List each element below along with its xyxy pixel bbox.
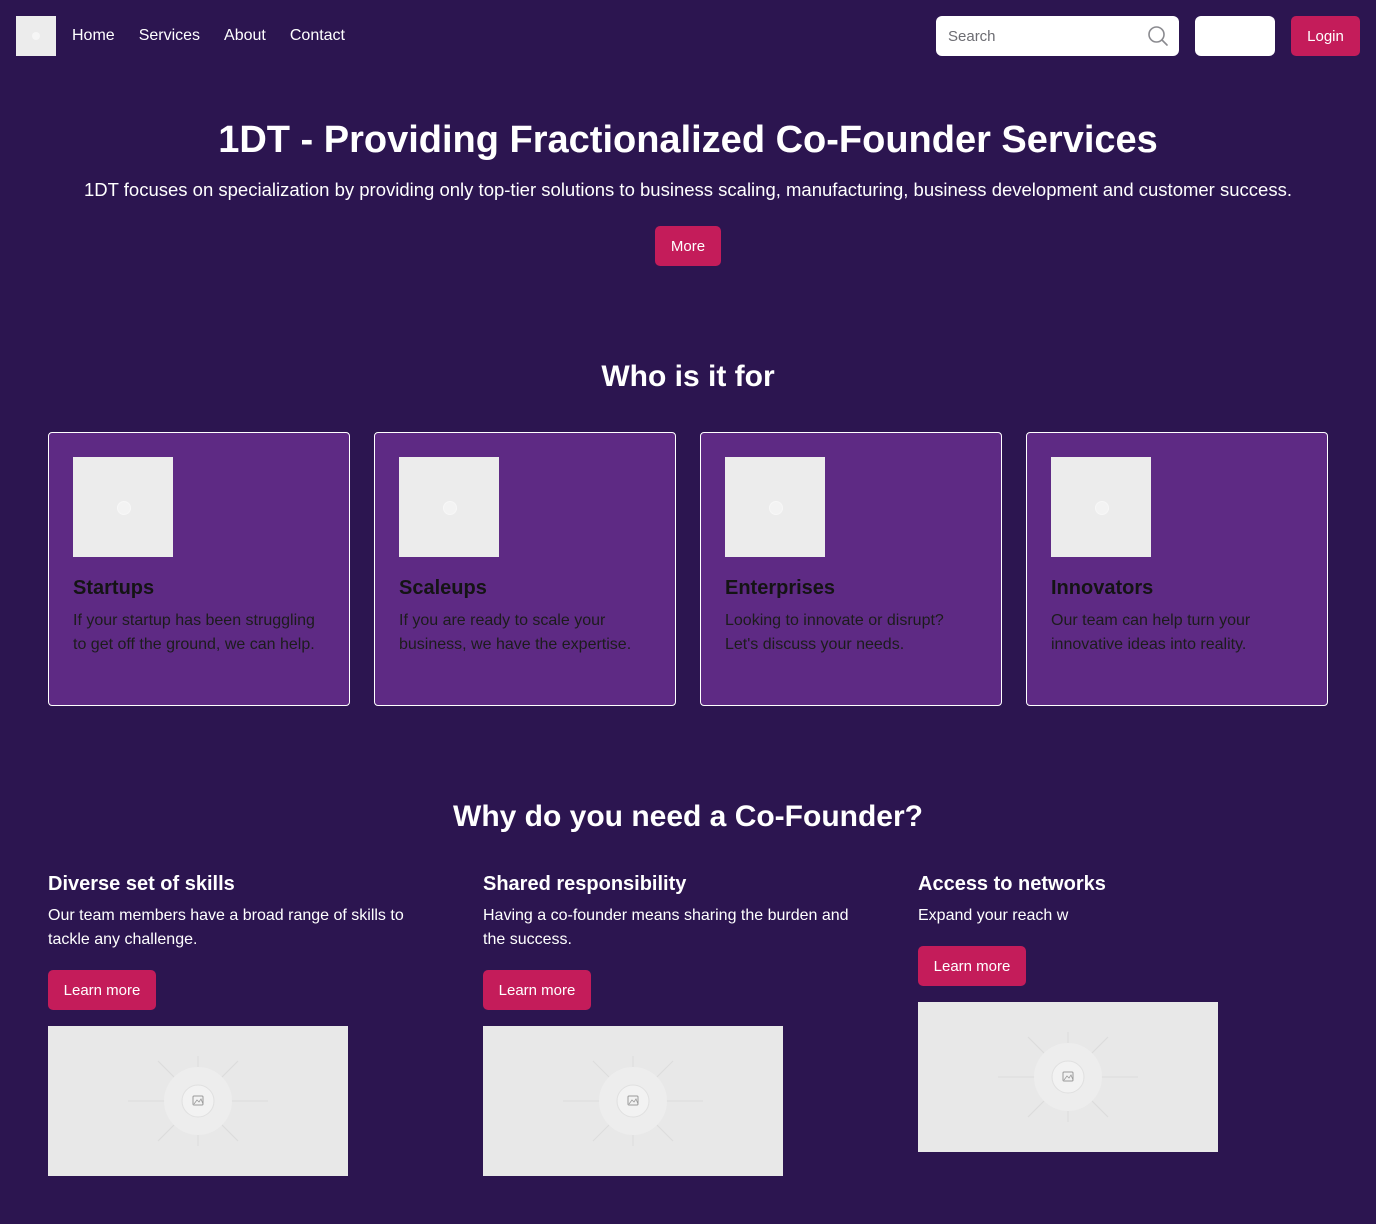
feature-shared-responsibility: Shared responsibility Having a co-founde…: [483, 870, 918, 1176]
search-box: [936, 16, 1179, 56]
feature-access-networks: Access to networks Expand your reach w L…: [918, 870, 1353, 1176]
card-text: If you are ready to scale your business,…: [399, 612, 632, 653]
why-section-title: Why do you need a Co-Founder?: [453, 800, 923, 833]
feature-text: Our team members have a broad range of s…: [48, 907, 404, 948]
feature-text: Having a co-founder means sharing the bu…: [483, 907, 849, 948]
login-button[interactable]: Login: [1291, 16, 1360, 56]
feature-image-placeholder: [918, 1002, 1218, 1152]
nav-link-contact[interactable]: Contact: [290, 27, 345, 45]
feature-image-placeholder: [48, 1026, 348, 1176]
search-input[interactable]: [948, 27, 1147, 45]
hero-section: 1DT - Providing Fractionalized Co-Founde…: [0, 112, 1376, 266]
benefit-features: Diverse set of skills Our team members h…: [48, 870, 1353, 1176]
card-title: Scaleups: [399, 577, 487, 599]
feature-text: Expand your reach w: [918, 907, 1069, 924]
audience-card-innovators: Innovators Our team can help turn your i…: [1026, 432, 1328, 706]
card-title: Startups: [73, 577, 155, 599]
nav-actions: Login: [936, 16, 1360, 56]
card-text: Our team can help turn your innovative i…: [1051, 612, 1251, 653]
audience-cards: Startups If your startup has been strugg…: [48, 432, 1328, 706]
nav-links: Home Services About Contact: [72, 27, 345, 45]
learn-more-button[interactable]: Learn more: [918, 946, 1026, 986]
feature-image-placeholder: [483, 1026, 783, 1176]
image-placeholder-icon: [128, 1056, 268, 1146]
search-icon[interactable]: [1147, 25, 1169, 47]
nav-link-about[interactable]: About: [224, 27, 266, 45]
card-image-placeholder: [1051, 457, 1151, 557]
audience-card-enterprises: Enterprises Looking to innovate or disru…: [700, 432, 1002, 706]
card-image-placeholder: [725, 457, 825, 557]
feature-diverse-skills: Diverse set of skills Our team members h…: [48, 870, 483, 1176]
more-button[interactable]: More: [655, 226, 721, 266]
card-title: Enterprises: [725, 577, 836, 599]
hero-subtitle: 1DT focuses on specialization by providi…: [84, 179, 1292, 200]
hero-title: 1DT - Providing Fractionalized Co-Founde…: [218, 119, 1158, 161]
learn-more-button[interactable]: Learn more: [483, 970, 591, 1010]
who-section-title: Who is it for: [601, 360, 775, 393]
audience-card-startups: Startups If your startup has been strugg…: [48, 432, 350, 706]
card-image-placeholder: [399, 457, 499, 557]
image-placeholder-icon: [998, 1032, 1138, 1122]
learn-more-button[interactable]: Learn more: [48, 970, 156, 1010]
logo-image[interactable]: [16, 16, 56, 56]
card-image-placeholder: [73, 457, 173, 557]
feature-title: Access to networks: [918, 873, 1106, 895]
nav-link-home[interactable]: Home: [72, 27, 115, 45]
feature-title: Diverse set of skills: [48, 873, 235, 895]
blank-button[interactable]: [1195, 16, 1275, 56]
top-navbar: Home Services About Contact Login: [16, 16, 1360, 56]
nav-link-services[interactable]: Services: [139, 27, 200, 45]
card-text: If your startup has been struggling to g…: [73, 612, 315, 653]
feature-title: Shared responsibility: [483, 873, 687, 895]
card-title: Innovators: [1051, 577, 1154, 599]
image-placeholder-icon: [563, 1056, 703, 1146]
audience-card-scaleups: Scaleups If you are ready to scale your …: [374, 432, 676, 706]
card-text: Looking to innovate or disrupt? Let's di…: [725, 612, 944, 653]
